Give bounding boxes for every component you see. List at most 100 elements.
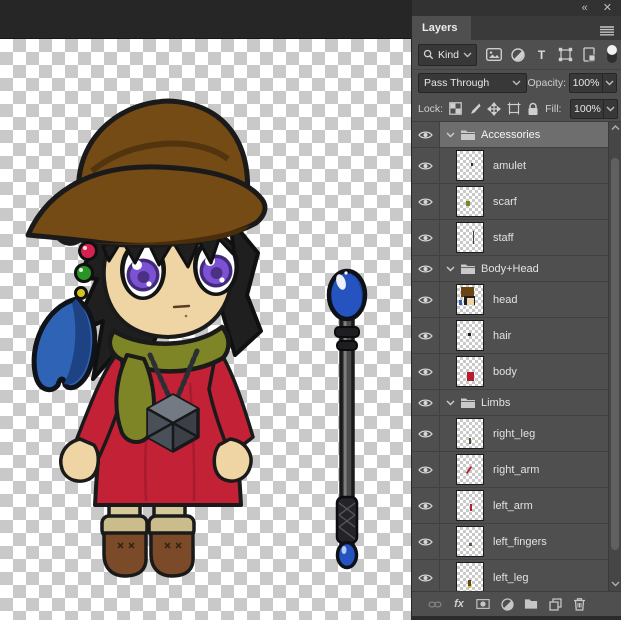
row-content: hair [440,318,621,353]
lock-all-icon[interactable] [527,101,539,116]
adjustment-layer-filter-icon[interactable] [509,46,526,63]
opacity-dropdown[interactable]: 100% [569,73,617,93]
layer-thumbnail[interactable] [456,320,484,351]
group-label: Accessories [481,129,540,141]
expand-chevron-icon[interactable] [446,266,455,272]
character-illustration [28,101,265,576]
row-content: head [440,282,621,317]
thumbnail-mark [467,372,473,381]
close-panel-icon[interactable]: ✕ [603,3,612,14]
visibility-toggle[interactable] [412,256,440,281]
delete-layer-icon[interactable] [572,596,586,612]
fill-dropdown[interactable]: 100% [570,99,618,119]
layer-thumbnail[interactable] [456,186,484,217]
layer-style-icon[interactable]: fx [452,596,466,612]
group-row-Body+Head[interactable]: Body+Head [412,256,621,282]
fill-value: 100% [571,100,603,118]
new-group-icon[interactable] [524,596,538,612]
group-row-Limbs[interactable]: Limbs [412,390,621,416]
chevron-down-icon[interactable] [602,74,616,92]
filter-kind-label: Kind [438,49,459,61]
layers-panel: « ✕ Layers Kind T [411,0,621,620]
layer-thumbnail[interactable] [456,526,484,557]
lock-pixels-icon[interactable] [468,101,481,116]
lock-artboard-icon[interactable] [507,101,521,116]
scroll-down-icon[interactable] [610,581,621,587]
chevron-down-icon[interactable] [603,100,617,118]
layer-thumbnail[interactable] [456,490,484,521]
expand-chevron-icon[interactable] [446,400,455,406]
thumbnail-mark [468,586,470,588]
layer-row-body[interactable]: body [412,354,621,390]
thumbnail-mark [467,298,473,305]
layer-row-amulet[interactable]: amulet [412,148,621,184]
visibility-toggle[interactable] [412,390,440,415]
visibility-toggle[interactable] [412,354,440,389]
type-layer-filter-icon[interactable]: T [533,46,550,63]
thumbnail-mark [469,438,471,444]
shape-layer-filter-icon[interactable] [557,46,574,63]
layer-row-scarf[interactable]: scarf [412,184,621,220]
canvas-area [0,0,411,620]
visibility-toggle[interactable] [412,488,440,523]
folder-icon [460,129,476,141]
new-layer-icon[interactable] [548,596,562,612]
layer-row-left_leg[interactable]: left_leg [412,560,621,591]
layer-thumbnail[interactable] [456,418,484,449]
tab-layers[interactable]: Layers [412,16,471,40]
thumbnail-mark [468,333,471,337]
blend-mode-dropdown[interactable]: Pass Through [418,73,527,93]
visibility-toggle[interactable] [412,524,440,559]
lock-transparency-icon[interactable] [449,101,462,116]
row-content: right_arm [440,452,621,487]
row-content: left_arm [440,488,621,523]
visibility-toggle[interactable] [412,318,440,353]
layer-label: head [493,294,517,306]
visibility-toggle[interactable] [412,220,440,255]
layer-thumbnail[interactable] [456,356,484,387]
row-content: Accessories [440,122,621,147]
scroll-up-icon[interactable] [610,125,621,131]
filter-kind-dropdown[interactable]: Kind [418,44,477,66]
layer-label: right_arm [493,464,539,476]
add-layer-mask-icon[interactable] [476,596,490,612]
visibility-toggle[interactable] [412,560,440,591]
chevron-down-icon [463,52,472,58]
visibility-toggle[interactable] [412,122,440,147]
folder-icon [460,397,476,409]
visibility-toggle[interactable] [412,416,440,451]
layer-row-staff[interactable]: staff [412,220,621,256]
layer-row-right_leg[interactable]: right_leg [412,416,621,452]
collapse-panel-icon[interactable]: « [582,3,588,14]
new-adjustment-layer-icon[interactable] [500,596,514,612]
pixel-layer-filter-icon[interactable] [485,46,502,63]
visibility-toggle[interactable] [412,148,440,183]
lock-position-icon[interactable] [487,101,501,116]
layer-row-left_arm[interactable]: left_arm [412,488,621,524]
thumbnail-mark [466,466,472,474]
folder-icon [460,263,476,275]
layer-row-hair[interactable]: hair [412,318,621,354]
layer-thumbnail[interactable] [456,284,484,315]
panel-menu-icon[interactable] [600,23,614,41]
visibility-toggle[interactable] [412,452,440,487]
link-layers-icon[interactable] [428,596,442,612]
group-row-Accessories[interactable]: Accessories [412,122,621,148]
layer-row-head[interactable]: head [412,282,621,318]
layer-label: left_leg [493,572,528,584]
expand-chevron-icon[interactable] [446,132,455,138]
layer-thumbnail[interactable] [456,150,484,181]
thumbnail-mark [469,543,471,546]
search-icon [423,49,434,60]
layer-thumbnail[interactable] [456,222,484,253]
visibility-toggle[interactable] [412,184,440,219]
layer-thumbnail[interactable] [456,562,484,591]
smart-object-filter-icon[interactable] [581,46,598,63]
layer-row-right_arm[interactable]: right_arm [412,452,621,488]
visibility-toggle[interactable] [412,282,440,317]
filter-toggle[interactable] [607,46,617,63]
layer-thumbnail[interactable] [456,454,484,485]
layer-row-left_fingers[interactable]: left_fingers [412,524,621,560]
layers-scrollbar[interactable] [608,122,621,591]
scrollbar-thumb[interactable] [611,158,619,550]
